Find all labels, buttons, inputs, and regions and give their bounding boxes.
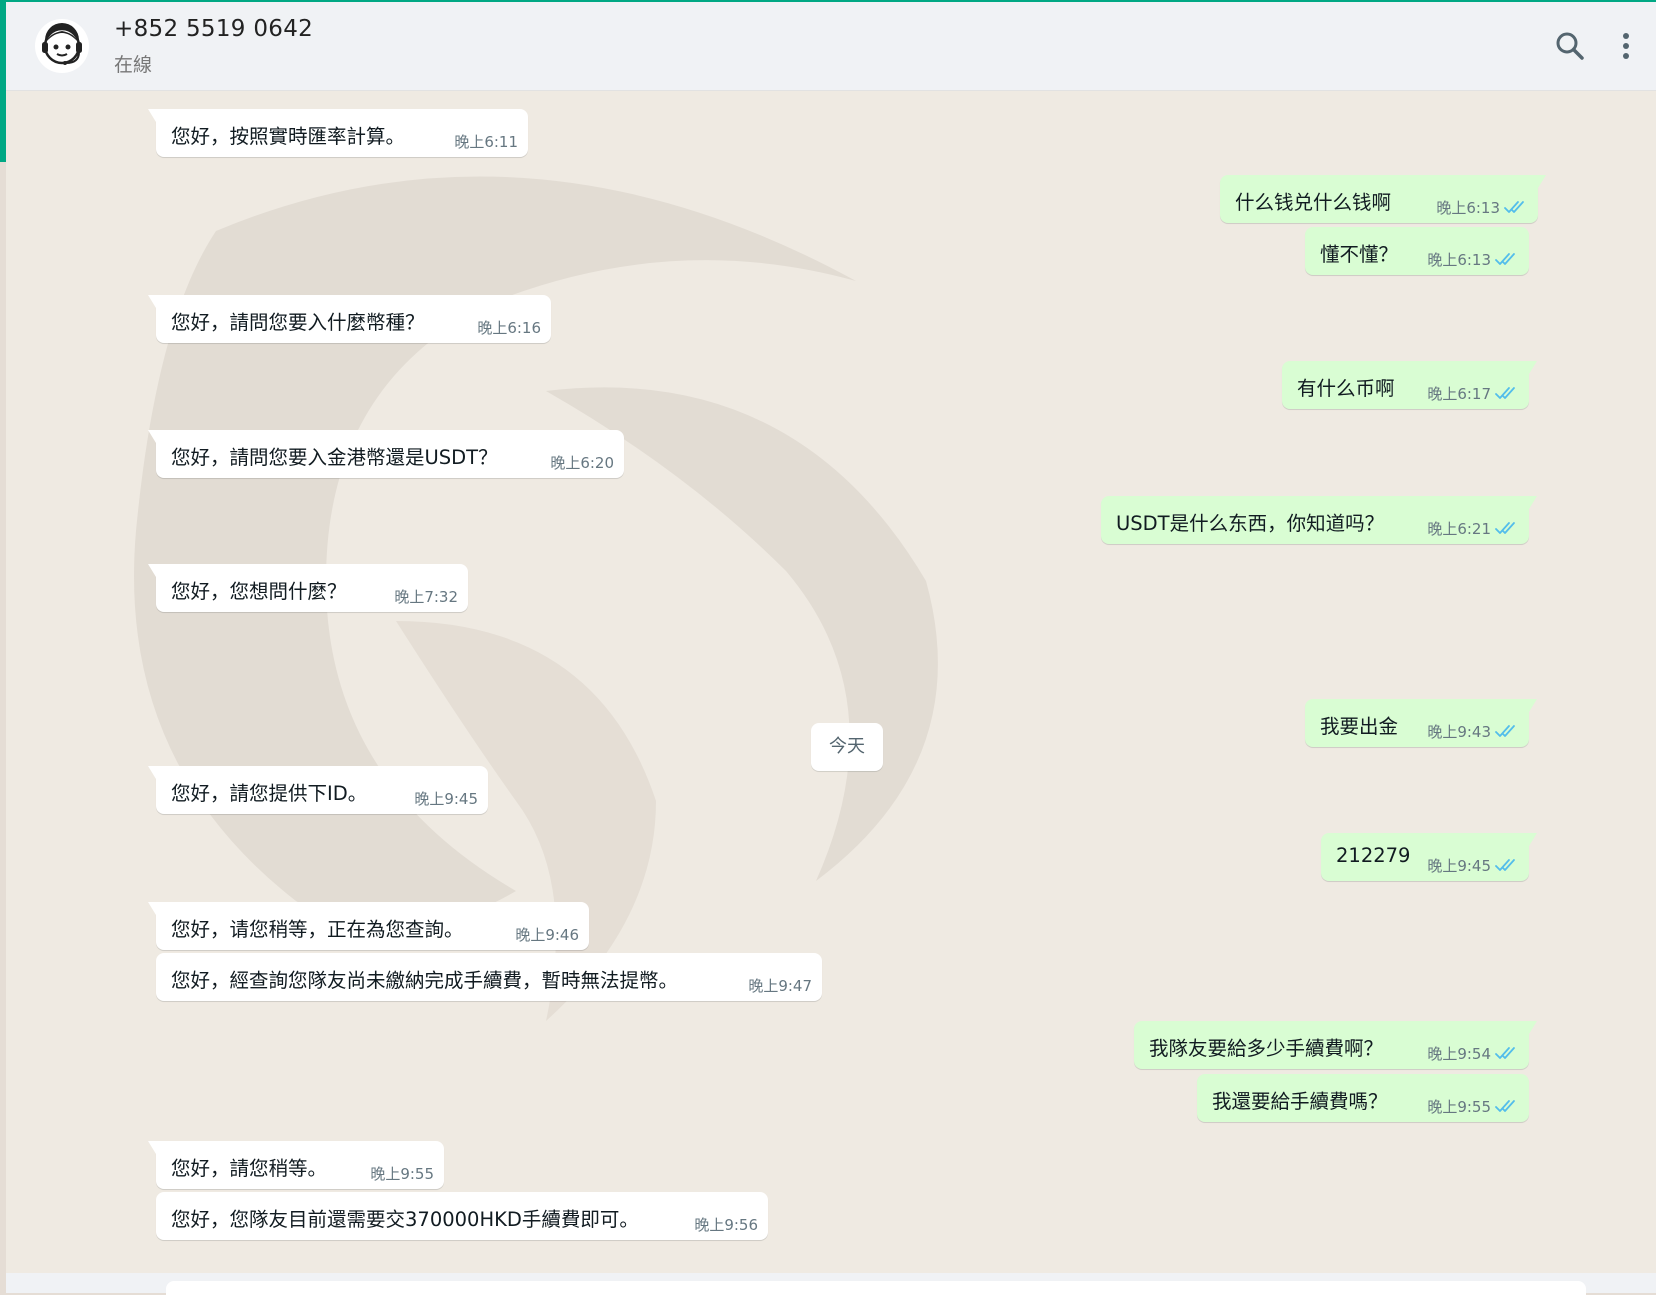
outgoing-message[interactable]: 什么钱兑什么钱啊 晚上6:13 [1220, 175, 1546, 223]
message-text: 您好，按照實時匯率計算。 [171, 125, 406, 148]
message-time: 晚上9:43 [1427, 723, 1491, 741]
message-time: 晚上6:13 [1436, 199, 1500, 217]
bubble-tail [1538, 175, 1546, 188]
date-divider: 今天 [811, 723, 883, 771]
read-receipt-double-check-icon [1495, 387, 1515, 399]
outgoing-message[interactable]: 我還要給手續費嗎？ 晚上9:55 [1197, 1074, 1529, 1122]
message-time: 晚上9:54 [1427, 1045, 1491, 1063]
message-time: 晚上6:13 [1427, 251, 1491, 269]
message-time: 晚上9:56 [694, 1216, 758, 1234]
bubble-tail [1529, 496, 1537, 509]
outgoing-message[interactable]: 212279 晚上9:45 [1321, 833, 1537, 881]
bubble-tail [148, 766, 156, 779]
read-receipt-double-check-icon [1495, 522, 1515, 534]
message-text: 您好，請問您要入金港幣還是USDT？ [171, 446, 498, 469]
bubble-tail [1529, 699, 1537, 712]
message-text: 懂不懂？ [1320, 243, 1399, 266]
read-receipt-double-check-icon [1495, 253, 1515, 265]
chat-panel[interactable]: 您好，按照實時匯率計算。 晚上6:11 什么钱兑什么钱啊 晚上6:13 懂不懂？ 晚上6:… [6, 91, 1656, 1273]
incoming-message[interactable]: 您好，您想問什麼？ 晚上7:32 [148, 564, 468, 612]
read-receipt-double-check-icon [1495, 859, 1515, 871]
message-time: 晚上9:47 [748, 977, 812, 995]
incoming-message[interactable]: 您好，請問您要入什麼幣種？ 晚上6:16 [148, 295, 551, 343]
bubble-tail [148, 430, 156, 443]
bubble-tail [148, 564, 156, 577]
incoming-message[interactable]: 您好，請您提供下ID。 晚上9:45 [148, 766, 488, 814]
contact-status: 在線 [114, 54, 153, 76]
incoming-message[interactable]: 您好，請您稍等。 晚上9:55 [148, 1141, 444, 1189]
message-time: 晚上9:46 [515, 926, 579, 944]
message-text: 您好，请您稍等，正在為您查詢。 [171, 918, 464, 941]
incoming-message[interactable]: 您好，请您稍等，正在為您查詢。 晚上9:46 [148, 902, 589, 950]
message-text: 我隊友要給多少手續費啊？ [1149, 1037, 1384, 1060]
incoming-message[interactable]: 您好，請問您要入金港幣還是USDT？ 晚上6:20 [148, 430, 624, 478]
bubble-tail [1529, 361, 1537, 374]
message-time: 晚上6:21 [1427, 520, 1491, 538]
bubble-tail [148, 109, 156, 122]
read-receipt-double-check-icon [1495, 1100, 1515, 1112]
bubble-tail [148, 295, 156, 308]
message-time: 晚上7:32 [394, 588, 458, 606]
message-text: 您好，您想問什麼？ [171, 580, 347, 603]
message-time: 晚上9:45 [414, 790, 478, 808]
message-time: 晚上9:55 [1427, 1098, 1491, 1116]
outgoing-message[interactable]: USDT是什么东西，你知道吗？ 晚上6:21 [1101, 496, 1537, 544]
incoming-message[interactable]: 您好，按照實時匯率計算。 晚上6:11 [148, 109, 528, 157]
message-time: 晚上6:17 [1427, 385, 1491, 403]
message-text: 有什么币啊 [1297, 377, 1395, 400]
contact-avatar[interactable] [34, 18, 90, 74]
message-text: 什么钱兑什么钱啊 [1235, 191, 1392, 214]
outgoing-message[interactable]: 有什么币啊 晚上6:17 [1282, 361, 1537, 409]
incoming-message[interactable]: 您好，經查詢您隊友尚未繳納完成手續費，暫時無法提幣。 晚上9:47 [156, 953, 822, 1001]
bubble-tail [148, 902, 156, 915]
message-time: 晚上9:45 [1427, 857, 1491, 875]
read-receipt-double-check-icon [1504, 201, 1524, 213]
message-time: 晚上6:11 [454, 133, 518, 151]
message-text: 您好，請您提供下ID。 [171, 782, 368, 805]
bubble-tail [1529, 833, 1537, 846]
contact-name[interactable]: +852 5519 0642 [114, 16, 313, 42]
message-time: 晚上6:20 [550, 454, 614, 472]
outgoing-message[interactable]: 懂不懂？ 晚上6:13 [1305, 227, 1529, 275]
message-text: 212279 [1336, 844, 1411, 867]
composer-bar [6, 1273, 1656, 1295]
outgoing-message[interactable]: 我要出金 晚上9:43 [1305, 699, 1537, 747]
more-vertical-icon[interactable] [1610, 30, 1642, 62]
message-text: 您好，請問您要入什麼幣種？ [171, 311, 425, 334]
message-text: 您好，您隊友目前還需要交370000HKD手續費即可。 [171, 1208, 639, 1231]
message-text: 我要出金 [1320, 715, 1399, 738]
message-time: 晚上6:16 [477, 319, 541, 337]
chat-header: +852 5519 0642 在線 [6, 2, 1656, 91]
outgoing-message[interactable]: 我隊友要給多少手續費啊？ 晚上9:54 [1134, 1021, 1537, 1069]
message-text: 您好，請您稍等。 [171, 1157, 328, 1180]
search-icon[interactable] [1554, 30, 1586, 62]
bubble-tail [148, 1141, 156, 1154]
message-text: 我還要給手續費嗎？ [1212, 1090, 1388, 1113]
message-time: 晚上9:55 [370, 1165, 434, 1183]
message-text: 您好，經查詢您隊友尚未繳納完成手續費，暫時無法提幣。 [171, 969, 679, 992]
read-receipt-double-check-icon [1495, 725, 1515, 737]
message-text: USDT是什么东西，你知道吗？ [1116, 512, 1385, 535]
read-receipt-double-check-icon [1495, 1047, 1515, 1059]
bubble-tail [1529, 1021, 1537, 1034]
support-agent-icon [35, 19, 89, 73]
incoming-message[interactable]: 您好，您隊友目前還需要交370000HKD手續費即可。 晚上9:56 [156, 1192, 768, 1240]
